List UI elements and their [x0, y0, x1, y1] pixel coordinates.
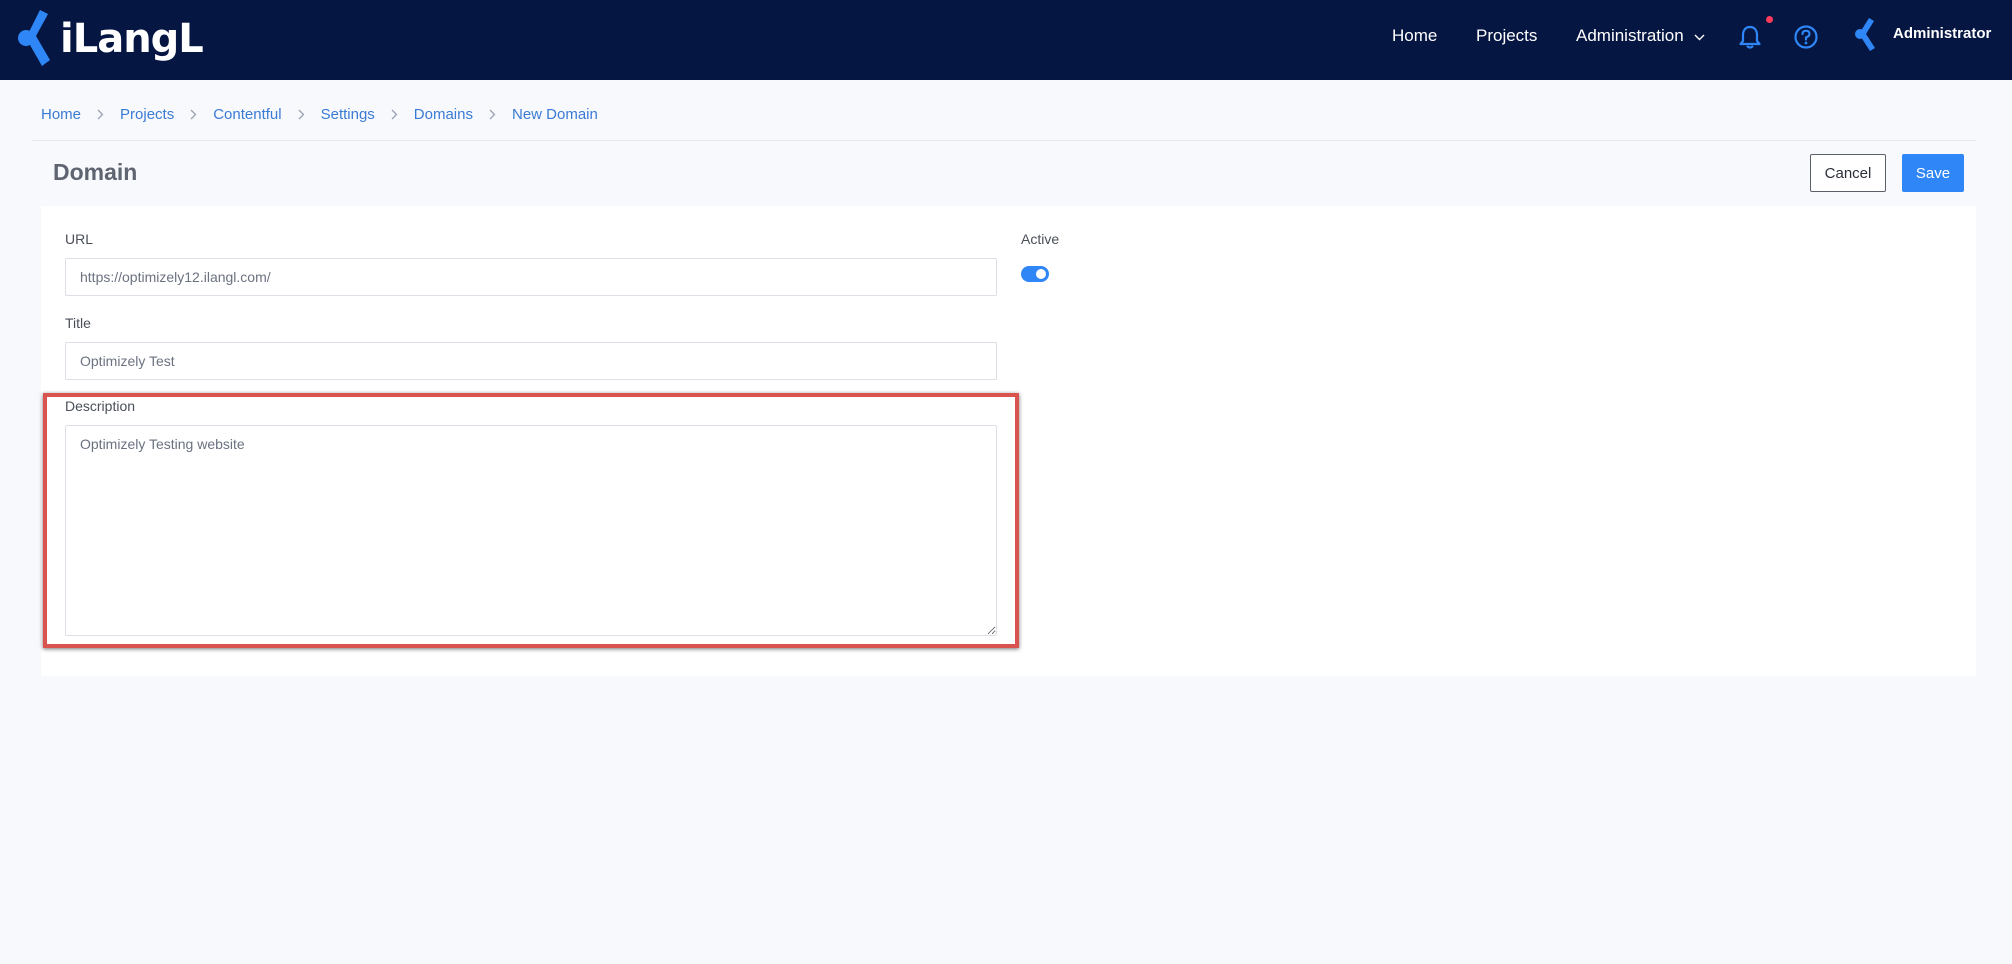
chevron-right-icon [97, 107, 104, 123]
title-label: Title [65, 315, 91, 331]
cancel-button[interactable]: Cancel [1810, 154, 1886, 192]
breadcrumb-divider [32, 140, 1976, 141]
chevron-right-icon [489, 107, 496, 123]
top-navbar: iLangL Home Projects Administration Admi… [0, 0, 2012, 80]
breadcrumb: Home Projects Contentful Settings Domain… [41, 106, 598, 123]
breadcrumb-settings[interactable]: Settings [321, 106, 375, 123]
url-input[interactable] [65, 258, 997, 296]
toggle-knob [1036, 269, 1046, 279]
logo[interactable]: iLangL [14, 6, 204, 70]
active-toggle[interactable] [1021, 266, 1049, 282]
nav-projects-link[interactable]: Projects [1476, 26, 1537, 46]
user-avatar-icon[interactable] [1852, 16, 1882, 57]
user-name[interactable]: Administrator [1893, 25, 1991, 42]
breadcrumb-projects[interactable]: Projects [120, 106, 174, 123]
breadcrumb-domains[interactable]: Domains [414, 106, 473, 123]
breadcrumb-home[interactable]: Home [41, 106, 81, 123]
description-label: Description [65, 398, 136, 414]
breadcrumb-contentful[interactable]: Contentful [213, 106, 281, 123]
page-title: Domain [53, 159, 138, 185]
bell-icon[interactable] [1738, 24, 1762, 55]
logo-text: iLangL [60, 16, 204, 62]
help-circle-icon[interactable] [1793, 24, 1819, 55]
active-label: Active [1021, 231, 1060, 247]
notification-dot [1766, 16, 1773, 23]
nav-administration-label: Administration [1576, 26, 1684, 45]
chevron-right-icon [190, 107, 197, 123]
logo-icon [18, 10, 50, 66]
breadcrumb-new-domain[interactable]: New Domain [512, 106, 598, 123]
chevron-right-icon [391, 107, 398, 123]
chevron-down-icon [1694, 26, 1705, 46]
nav-home-link[interactable]: Home [1392, 26, 1437, 46]
nav-administration-dropdown[interactable]: Administration [1576, 26, 1705, 46]
url-label: URL [65, 231, 94, 247]
description-textarea[interactable]: Optimizely Testing website [65, 425, 997, 636]
save-button[interactable]: Save [1902, 154, 1964, 192]
title-input[interactable] [65, 342, 997, 380]
chevron-right-icon [298, 107, 305, 123]
